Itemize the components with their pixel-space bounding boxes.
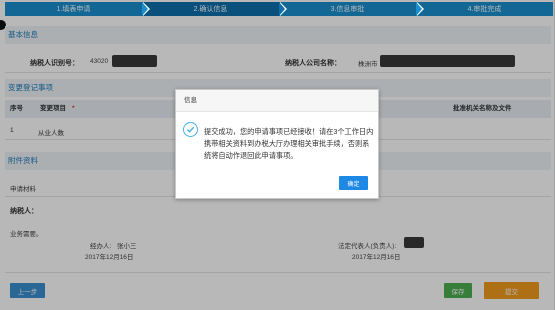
check-circle-icon xyxy=(183,122,198,137)
dialog-message: 提交成功，您的申请事项已经接收！请在3个工作日内携带相关资料到办税大厅办理相关审… xyxy=(204,127,374,160)
success-dialog: 信息 提交成功，您的申请事项已经接收！请在3个工作日内携带相关资料到办税大厅办理… xyxy=(175,89,379,199)
confirm-button[interactable]: 确定 xyxy=(339,176,368,190)
dialog-title: 信息 xyxy=(176,90,378,112)
